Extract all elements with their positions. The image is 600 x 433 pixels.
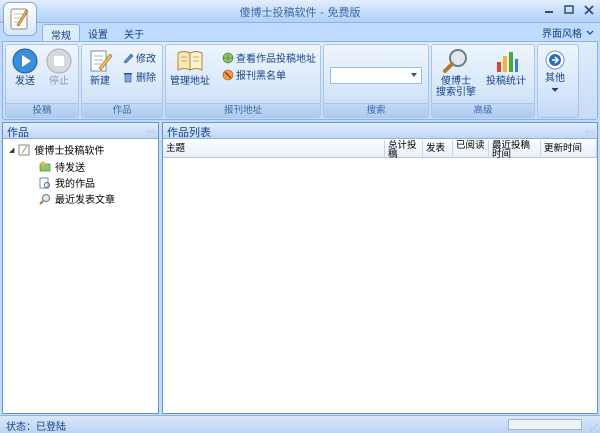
group-search-label: 搜索 [324,103,428,117]
column-read[interactable]: 已阅读 [453,140,489,158]
notepad-pen-icon [10,8,29,30]
works-list-pane: 作品列表 ⁘⁘ 主题 总计投稿 发表 已阅读 最近投稿时间 更新时间 [162,122,598,414]
ribbon: 发送 停止 投稿 新建 修改 删除 作品 管理地址 查看作品投稿地址 报刊黑名单… [2,41,598,120]
works-pane: 作品 ⁘⁘ ◢ 傻博士投稿软件 待发送 我的作品 最近发表文章 [2,122,159,414]
group-address-label: 报刊地址 [166,103,320,117]
status-bar: 状态：已登陆 ⋰ [0,415,600,433]
new-label: 新建 [90,76,110,87]
address-book-icon [177,51,203,71]
works-list-header: 作品列表 ⁘⁘ [163,123,597,139]
tree-node-root[interactable]: ◢ 傻博士投稿软件 [9,142,104,157]
group-advanced-label: 高级 [432,103,534,117]
group-other: 其他 [537,44,579,118]
ribbon-tab-row: 常规 设置 关于 界面风格 [0,23,600,42]
search-engine-label-2: 搜索引擎 [436,87,476,98]
document-search-icon [39,177,50,188]
chevron-down-icon [586,30,594,35]
group-works-label: 作品 [82,103,162,117]
works-grid-header: 主题 总计投稿 发表 已阅读 最近投稿时间 更新时间 [163,140,597,158]
column-last-submission[interactable]: 最近投稿时间 [489,140,541,158]
pane-grip-icon[interactable]: ⁘⁘ [145,128,156,136]
arrow-circle-icon [545,50,565,70]
group-works: 新建 修改 删除 作品 [81,44,163,118]
close-button[interactable] [582,3,596,17]
maximize-icon [564,5,574,14]
group-submit: 发送 停止 投稿 [5,44,79,118]
close-icon [584,5,594,15]
status-text: 状态：已登陆 [6,422,66,433]
chevron-down-icon[interactable] [411,73,417,77]
works-list-title: 作品列表 [167,126,211,139]
stop-icon [46,48,72,74]
group-address: 管理地址 查看作品投稿地址 报刊黑名单 报刊地址 [165,44,321,118]
group-advanced: 傻博士 搜索引擎 投稿统计 高级 [431,44,535,118]
view-address-button[interactable]: 查看作品投稿地址 [222,50,316,65]
chevron-down-icon [551,87,559,92]
stop-label: 停止 [49,76,69,87]
blacklist-button[interactable]: 报刊黑名单 [222,67,286,82]
tree-node-pending-label: 待发送 [55,163,85,174]
blacklist-label: 报刊黑名单 [236,71,286,82]
collapse-icon[interactable]: ◢ [9,146,14,154]
group-submit-label: 投稿 [6,103,78,117]
app-menu-button[interactable] [3,2,37,36]
skin-menu-label: 界面风格 [542,29,582,40]
stats-label: 投稿统计 [486,76,526,87]
pencil-icon [123,53,134,63]
search-combo[interactable] [330,67,422,84]
tree-node-pending[interactable]: 待发送 [39,159,85,174]
magnifier-icon [39,193,50,205]
blacklist-icon [222,69,234,80]
search-engine-button[interactable]: 傻博士 搜索引擎 [436,48,476,98]
bar-chart-icon [497,52,518,72]
other-button[interactable]: 其他 [544,49,566,93]
delete-label: 删除 [136,73,156,84]
new-document-icon [90,50,113,72]
stop-button[interactable]: 停止 [46,48,72,87]
magnifier-icon [443,49,467,73]
group-search: 搜索 [323,44,429,118]
new-button[interactable]: 新建 [87,48,113,87]
progress-bar [508,419,582,430]
play-icon [12,48,38,74]
tree-node-recent[interactable]: 最近发表文章 [39,191,115,206]
works-pane-header: 作品 ⁘⁘ [3,123,158,139]
send-button[interactable]: 发送 [12,48,38,87]
app-document-icon [18,144,30,155]
pending-send-icon [39,161,51,171]
title-bar: 傻博士投稿软件 - 免费版 [0,0,600,23]
edit-label: 修改 [136,54,156,65]
tab-general[interactable]: 常规 [42,24,80,42]
send-label: 发送 [15,76,35,87]
window-title: 傻博士投稿软件 - 免费版 [239,6,361,19]
tree-node-my-works-label: 我的作品 [55,179,95,190]
search-engine-label-1: 傻博士 [441,76,471,87]
edit-button[interactable]: 修改 [122,50,156,65]
column-published[interactable]: 发表 [423,140,453,158]
minimize-button[interactable] [542,3,556,17]
stats-button[interactable]: 投稿统计 [486,48,526,87]
tree-node-recent-label: 最近发表文章 [55,195,115,206]
view-address-label: 查看作品投稿地址 [236,54,316,65]
other-label: 其他 [545,73,565,84]
column-total-submissions[interactable]: 总计投稿 [385,140,423,158]
skin-menu[interactable]: 界面风格 [542,25,594,40]
trash-icon [124,72,132,82]
resize-grip-icon[interactable]: ⋰ [590,423,598,432]
pane-grip-icon[interactable]: ⁘⁘ [584,128,595,136]
works-pane-title: 作品 [7,126,29,139]
window-controls [542,3,596,17]
tab-about[interactable]: 关于 [116,24,152,41]
maximize-button[interactable] [562,3,576,17]
tree-node-root-label: 傻博士投稿软件 [34,146,105,157]
column-subject[interactable]: 主题 [163,140,385,158]
tab-settings[interactable]: 设置 [80,24,116,41]
minimize-icon [545,11,553,13]
tree-node-my-works[interactable]: 我的作品 [39,175,95,190]
column-updated[interactable]: 更新时间 [541,140,597,158]
globe-search-icon [222,52,234,63]
manage-address-button[interactable]: 管理地址 [170,48,210,87]
manage-address-label: 管理地址 [170,76,210,87]
delete-button[interactable]: 删除 [122,69,156,84]
